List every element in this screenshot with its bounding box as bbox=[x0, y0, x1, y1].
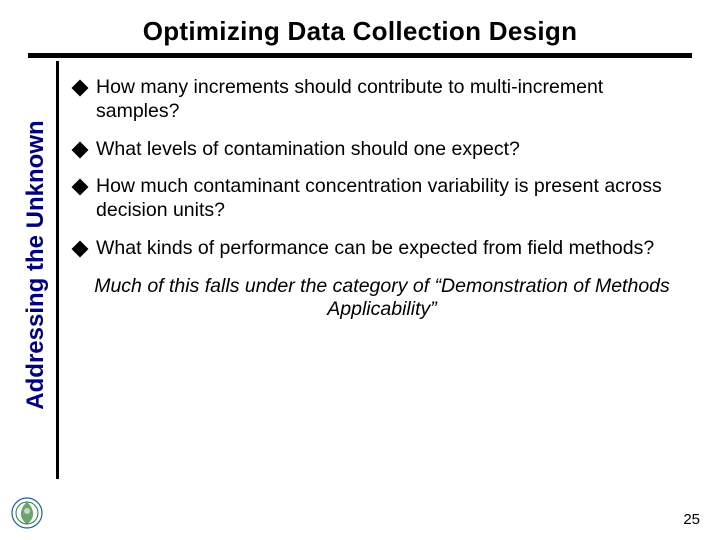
conclusion-text: Much of this falls under the category of… bbox=[92, 275, 672, 323]
bullet-item: What kinds of performance can be expecte… bbox=[72, 237, 692, 261]
bullet-item: How much contaminant concentration varia… bbox=[72, 175, 692, 223]
diamond-icon bbox=[72, 179, 89, 196]
content-area: How many increments should contribute to… bbox=[72, 76, 692, 322]
bullet-text: How many increments should contribute to… bbox=[96, 76, 692, 124]
bullet-item: What levels of contamination should one … bbox=[72, 138, 692, 162]
diamond-icon bbox=[72, 240, 89, 257]
diamond-icon bbox=[72, 141, 89, 158]
title-rule bbox=[28, 53, 692, 58]
page-title: Optimizing Data Collection Design bbox=[0, 0, 720, 53]
bullet-item: How many increments should contribute to… bbox=[72, 76, 692, 124]
sidebar-rule bbox=[56, 61, 59, 479]
bullet-text: How much contaminant concentration varia… bbox=[96, 175, 692, 223]
epa-logo-icon bbox=[10, 496, 44, 530]
diamond-icon bbox=[72, 80, 89, 97]
page-number: 25 bbox=[683, 511, 700, 528]
sidebar-heading: Addressing the Unknown bbox=[22, 50, 50, 480]
bullet-text: What levels of contamination should one … bbox=[96, 138, 692, 162]
bullet-text: What kinds of performance can be expecte… bbox=[96, 237, 692, 261]
